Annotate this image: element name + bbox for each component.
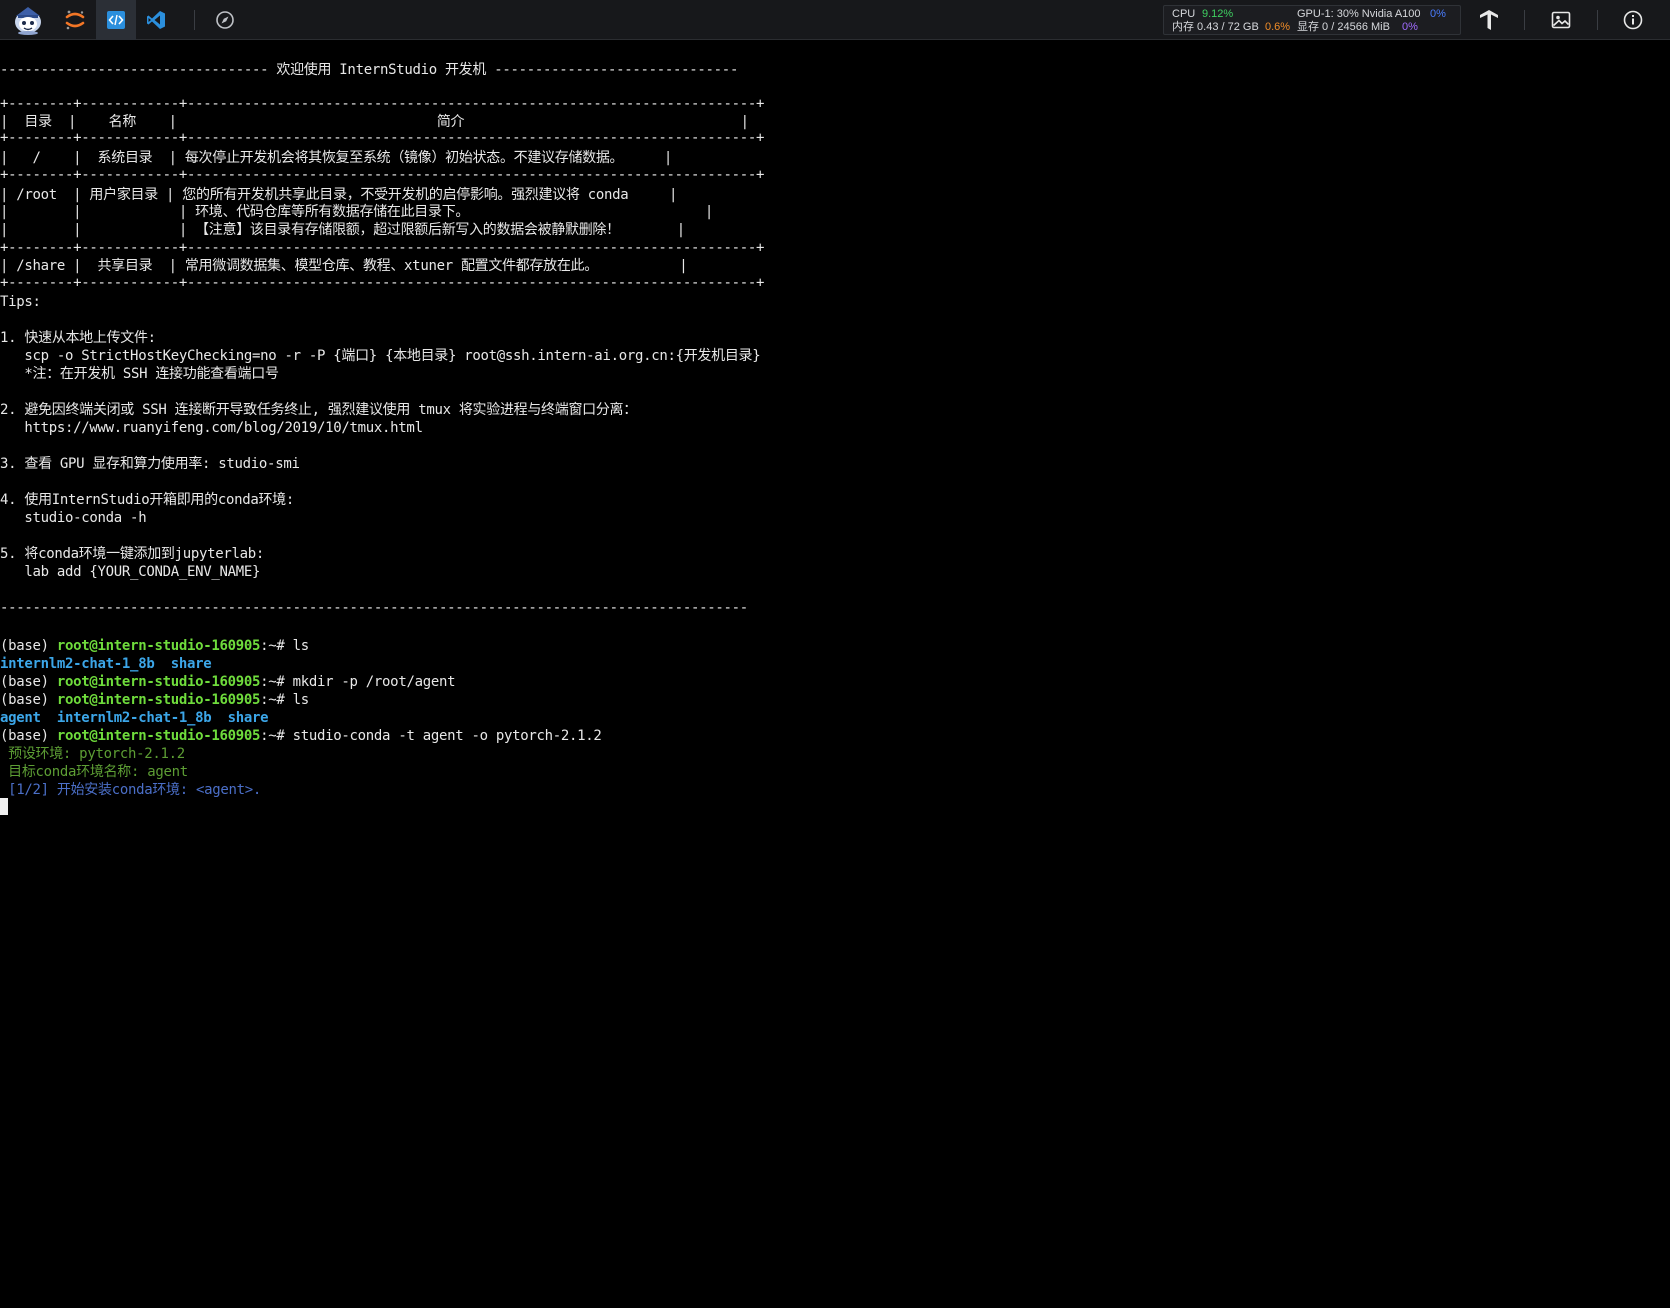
prompt-line: (base) root@intern-studio-160905:~# ls	[0, 691, 309, 709]
prompt-env: (base)	[0, 674, 57, 690]
memory-value: 0.6%	[1265, 21, 1291, 33]
vram-value: 0%	[1402, 21, 1418, 33]
tensorboard-icon	[1480, 10, 1498, 30]
jupyter-icon	[65, 10, 85, 30]
memory-label: 内存 0.43 / 72 GB	[1172, 21, 1259, 33]
welcome-banner: --------------------------------- 欢迎使用 I…	[0, 62, 739, 78]
cpu-label: CPU	[1172, 8, 1196, 20]
ls-output: agent internlm2-chat-1_8b share	[0, 710, 269, 726]
conda-output-target: 目标conda环境名称: agent	[0, 764, 188, 780]
gpu-label: GPU-1: 30% Nvidia A100	[1297, 8, 1421, 20]
prompt-line: (base) root@intern-studio-160905:~# mkdi…	[0, 673, 456, 691]
resource-stats-panel: CPU 9.12% GPU-1: 30% Nvidia A100 0% 内存 0…	[1163, 5, 1461, 35]
vscode-icon	[147, 11, 165, 29]
image-icon	[1551, 11, 1571, 29]
image-viewer-button[interactable]	[1541, 0, 1581, 40]
prompt-path: :~#	[260, 674, 293, 690]
compass-icon	[216, 11, 234, 29]
table-row-share: | /share | 共享目录 | 常用微调数据集、模型仓库、教程、xtuner…	[0, 258, 688, 274]
tip-2-url: https://www.ruanyifeng.com/blog/2019/10/…	[0, 420, 423, 436]
tip-4-title: 4. 使用InternStudio开箱即用的conda环境:	[0, 492, 295, 508]
prompt-line: (base) root@intern-studio-160905:~# stud…	[0, 727, 602, 745]
command-text: ls	[292, 638, 310, 654]
terminal-cursor	[0, 798, 8, 815]
vscode-button[interactable]	[136, 0, 176, 40]
jupyter-button[interactable]	[55, 0, 95, 40]
table-border: +--------+------------+-----------------…	[0, 240, 765, 256]
cpu-value: 9.12%	[1202, 8, 1234, 20]
gpu-value: 0%	[1430, 8, 1446, 20]
prompt-env: (base)	[0, 638, 57, 654]
tip-2-title: 2. 避免因终端关闭或 SSH 连接断开导致任务终止, 强烈建议使用 tmux …	[0, 402, 637, 418]
tips-title: Tips:	[0, 294, 41, 310]
prompt-line: (base) root@intern-studio-160905:~# ls	[0, 637, 309, 655]
command-text: studio-conda -t agent -o pytorch-2.1.2	[292, 728, 602, 744]
prompt-path: :~#	[260, 638, 293, 654]
mascot-logo-icon	[15, 7, 41, 35]
conda-output-preset: 预设环境: pytorch-2.1.2	[0, 746, 185, 762]
tip-1-note: *注：在开发机 SSH 连接功能查看端口号	[0, 366, 279, 382]
table-border: +--------+------------+-----------------…	[0, 130, 765, 146]
vram-label: 显存 0 / 24566 MiB	[1297, 21, 1390, 33]
info-icon	[1623, 10, 1643, 30]
toolbar-separator	[1597, 10, 1598, 30]
command-text: mkdir -p /root/agent	[292, 674, 456, 690]
prompt-env: (base)	[0, 728, 57, 744]
toolbar-separator	[1524, 10, 1525, 30]
code-editor-button[interactable]	[96, 0, 136, 40]
tip-3: 3. 查看 GPU 显存和算力使用率: studio-smi	[0, 456, 300, 472]
table-row-root: | | | 【注意】该目录有存储限额，超过限额后新写入的数据会被静默删除！ |	[0, 222, 685, 238]
table-row-root: | /root | 用户家目录 | 您的所有开发机共享此目录，不受开发机的启停影…	[0, 187, 678, 203]
prompt-user: root@intern-studio-160905	[56, 728, 261, 744]
tip-5-title: 5. 将conda环境一键添加到jupyterlab:	[0, 546, 265, 562]
tip-1-title: 1. 快速从本地上传文件:	[0, 330, 156, 346]
prompt-user: root@intern-studio-160905	[56, 674, 261, 690]
table-border: +--------+------------+-----------------…	[0, 275, 765, 291]
prompt-user: root@intern-studio-160905	[56, 638, 261, 654]
tip-4-command: studio-conda -h	[0, 510, 147, 526]
info-button[interactable]	[1613, 0, 1653, 40]
prompt-path: :~#	[260, 692, 293, 708]
prompt-user: root@intern-studio-160905	[56, 692, 261, 708]
command-text: ls	[292, 692, 310, 708]
conda-output-install: [1/2] 开始安装conda环境: <agent>.	[0, 782, 262, 798]
prompt-path: :~#	[260, 728, 293, 744]
table-row-root: | | | 环境、代码仓库等所有数据存储在此目录下。 |	[0, 204, 713, 220]
toolbar-separator	[194, 10, 195, 30]
code-editor-icon	[107, 11, 125, 29]
tensorboard-button[interactable]	[1469, 0, 1509, 40]
footer-rule: ----------------------------------------…	[0, 600, 748, 616]
mascot-logo[interactable]	[8, 0, 48, 40]
ls-output: internlm2-chat-1_8b share	[0, 656, 212, 672]
top-toolbar: CPU 9.12% GPU-1: 30% Nvidia A100 0% 内存 0…	[0, 0, 1670, 40]
table-row-system: | / | 系统目录 | 每次停止开发机会将其恢复至系统（镜像）初始状态。不建议…	[0, 150, 673, 166]
prompt-env: (base)	[0, 692, 57, 708]
tip-5-command: lab add {YOUR_CONDA_ENV_NAME}	[0, 564, 261, 580]
terminal-pane[interactable]: --------------------------------- 欢迎使用 I…	[0, 40, 1670, 1308]
tip-1-command: scp -o StrictHostKeyChecking=no -r -P {端…	[0, 348, 761, 364]
compass-button[interactable]	[205, 0, 245, 40]
table-border: +--------+------------+-----------------…	[0, 167, 765, 183]
table-border: +--------+------------+-----------------…	[0, 96, 765, 112]
